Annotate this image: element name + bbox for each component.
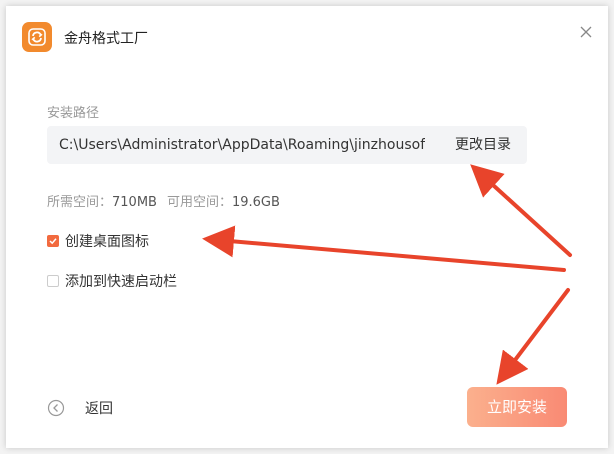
back-button[interactable]: 返回 <box>47 398 113 418</box>
title-bar: 金舟格式工厂 <box>6 6 608 66</box>
close-icon[interactable] <box>578 24 594 40</box>
installer-window: 金舟格式工厂 安装路径 更改目录 所需空间：710MB 可用空间：19.6GB 创… <box>6 6 608 448</box>
available-space-value: 19.6GB <box>231 195 280 210</box>
available-space-label: 可用空间： <box>166 195 232 210</box>
back-arrow-icon <box>47 399 65 417</box>
change-directory-button[interactable]: 更改目录 <box>455 126 511 164</box>
install-path-field: 更改目录 <box>47 126 527 164</box>
disk-space-info: 所需空间：710MB 可用空间：19.6GB <box>47 191 280 210</box>
install-now-button[interactable]: 立即安装 <box>467 387 567 427</box>
required-space-value: 710MB <box>112 195 157 210</box>
back-label: 返回 <box>85 401 113 417</box>
quick-launch-option[interactable]: 添加到快速启动栏 <box>47 271 177 291</box>
desktop-icon-checkbox[interactable] <box>47 235 59 247</box>
install-path-input[interactable] <box>59 126 425 164</box>
quick-launch-checkbox[interactable] <box>47 275 59 287</box>
app-title: 金舟格式工厂 <box>64 31 148 47</box>
app-logo-icon <box>22 22 52 52</box>
desktop-icon-option[interactable]: 创建桌面图标 <box>47 231 149 251</box>
install-path-label: 安装路径 <box>47 106 100 121</box>
required-space-label: 所需空间： <box>47 195 113 210</box>
desktop-icon-label: 创建桌面图标 <box>65 234 149 250</box>
quick-launch-label: 添加到快速启动栏 <box>65 274 177 290</box>
